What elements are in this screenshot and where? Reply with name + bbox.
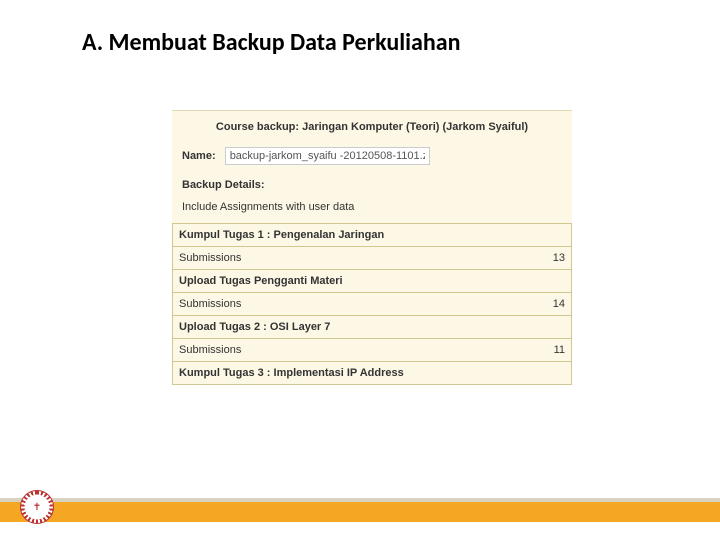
course-backup-heading: Course backup: Jaringan Komputer (Teori)… (172, 111, 572, 147)
backup-panel: Course backup: Jaringan Komputer (Teori)… (172, 110, 572, 385)
name-label: Name: (182, 150, 216, 162)
table-row: Submissions14 (173, 293, 572, 316)
assignment-header: Upload Tugas 2 : OSI Layer 7 (173, 316, 572, 339)
table-row: Upload Tugas Pengganti Materi (173, 270, 572, 293)
submissions-label: Submissions (173, 293, 540, 316)
table-row: Submissions11 (173, 339, 572, 362)
submissions-count: 11 (539, 339, 571, 362)
name-row: Name: (172, 147, 572, 179)
table-row: Kumpul Tugas 1 : Pengenalan Jaringan (173, 224, 572, 247)
table-row: Upload Tugas 2 : OSI Layer 7 (173, 316, 572, 339)
assignment-header: Kumpul Tugas 1 : Pengenalan Jaringan (173, 224, 572, 247)
backup-details-label: Backup Details: (172, 179, 572, 201)
slide-title: A. Membuat Backup Data Perkuliahan (82, 28, 460, 57)
table-row: Kumpul Tugas 3 : Implementasi IP Address (173, 362, 572, 385)
submissions-count: 14 (539, 293, 571, 316)
slide-footer (0, 498, 720, 526)
institution-logo-icon (20, 490, 54, 524)
backup-name-input[interactable] (225, 147, 430, 165)
include-assignments-label: Include Assignments with user data (172, 201, 572, 223)
submissions-count: 13 (539, 247, 571, 270)
assignment-header: Kumpul Tugas 3 : Implementasi IP Address (173, 362, 572, 385)
submissions-label: Submissions (173, 339, 540, 362)
assignments-table: Kumpul Tugas 1 : Pengenalan JaringanSubm… (172, 223, 572, 385)
footer-bar-orange (0, 502, 720, 522)
table-row: Submissions13 (173, 247, 572, 270)
submissions-label: Submissions (173, 247, 540, 270)
assignment-header: Upload Tugas Pengganti Materi (173, 270, 572, 293)
